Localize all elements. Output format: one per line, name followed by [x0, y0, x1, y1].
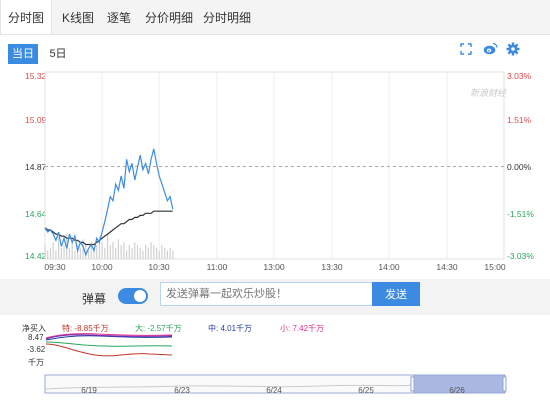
- navigator-date: 6/23: [174, 386, 190, 395]
- navigator-date: 6/19: [81, 386, 97, 395]
- navigator-date: 6/26: [449, 386, 465, 395]
- navigator-handle-right[interactable]: [502, 376, 507, 392]
- navigator-date: 6/25: [358, 386, 374, 395]
- navigator-date: 6/24: [266, 386, 282, 395]
- time-navigator[interactable]: [0, 0, 550, 410]
- navigator-handle-left[interactable]: [410, 376, 415, 392]
